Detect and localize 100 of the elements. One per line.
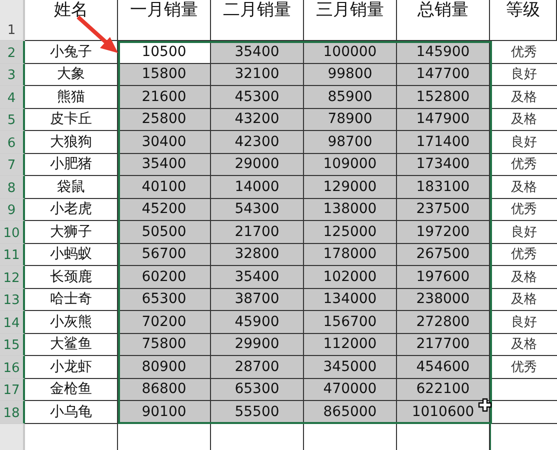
table-cell: 38700 (211, 288, 304, 311)
table-cell: 197200 (397, 221, 490, 244)
table-cell: 125000 (304, 221, 397, 244)
name-cell: 小灰熊 (25, 311, 118, 334)
name-cell: 皮卡丘 (25, 108, 118, 131)
grade-cell: 优秀 (490, 154, 557, 176)
table-cell: 29000 (211, 154, 304, 176)
row-number[interactable]: 4 (0, 86, 25, 108)
table-cell: 75800 (118, 334, 211, 356)
table-cell: 129000 (304, 176, 397, 198)
table-cell: 45300 (211, 86, 304, 108)
grade-cell: 及格 (490, 334, 557, 356)
table-cell: 40100 (118, 176, 211, 198)
table-cell: 173400 (397, 154, 490, 176)
row-number[interactable]: 17 (0, 378, 25, 401)
table-cell: 15800 (118, 64, 211, 86)
table-cell: 35400 (211, 41, 304, 64)
row-number[interactable]: 8 (0, 176, 25, 198)
table-cell: 54300 (211, 198, 304, 221)
table-cell: 100000 (304, 41, 397, 64)
table-cell: 345000 (304, 356, 397, 378)
table-cell: 43200 (211, 108, 304, 131)
name-cell: 小蚂蚁 (25, 244, 118, 266)
table-cell: 35400 (211, 266, 304, 288)
table-cell: 147700 (397, 64, 490, 86)
table-cell: 56700 (118, 244, 211, 266)
table-cell: 217700 (397, 334, 490, 356)
table-cell: 45200 (118, 198, 211, 221)
grade-cell: 及格 (490, 108, 557, 131)
table-cell: 147900 (397, 108, 490, 131)
name-cell: 小肥猪 (25, 154, 118, 176)
table-cell: 55500 (211, 401, 304, 424)
row-number[interactable]: 13 (0, 288, 25, 311)
grade-cell: 优秀 (490, 244, 557, 266)
grade-cell: 优秀 (490, 198, 557, 221)
table-cell: 80900 (118, 356, 211, 378)
name-cell: 小龙虾 (25, 356, 118, 378)
table-cell: 28700 (211, 356, 304, 378)
table-cell: 85900 (304, 86, 397, 108)
row-number[interactable]: 7 (0, 154, 25, 176)
table-cell: 152800 (397, 86, 490, 108)
table-cell: 78900 (304, 108, 397, 131)
table-cell: 14000 (211, 176, 304, 198)
row-number[interactable]: 5 (0, 108, 25, 131)
row-number[interactable]: 14 (0, 311, 25, 334)
column-heading: 三月销量 (304, 0, 397, 41)
row-number[interactable]: 9 (0, 198, 25, 221)
table-cell: 470000 (304, 378, 397, 401)
table-cell: 35400 (118, 154, 211, 176)
row-number[interactable]: 15 (0, 334, 25, 356)
table-cell: 32100 (211, 64, 304, 86)
table-cell: 21600 (118, 86, 211, 108)
table-cell: 29900 (211, 334, 304, 356)
cursor-icon[interactable] (478, 398, 492, 412)
table-cell: 112000 (304, 334, 397, 356)
table-cell: 60200 (118, 266, 211, 288)
name-cell: 袋鼠 (25, 176, 118, 198)
row-number[interactable]: 6 (0, 131, 25, 154)
table-cell: 99800 (304, 64, 397, 86)
table-cell: 86800 (118, 378, 211, 401)
table-cell: 171400 (397, 131, 490, 154)
table-cell: 622100 (397, 378, 490, 401)
grade-cell: 及格 (490, 288, 557, 311)
row-number[interactable]: 18 (0, 401, 25, 424)
name-cell: 哈士奇 (25, 288, 118, 311)
table-cell: 237500 (397, 198, 490, 221)
row-number[interactable]: 16 (0, 356, 25, 378)
table-cell: 102000 (304, 266, 397, 288)
row-number[interactable]: 1 (0, 0, 25, 41)
table-cell: 183100 (397, 176, 490, 198)
column-heading: 二月销量 (211, 0, 304, 41)
name-cell: 大狮子 (25, 221, 118, 244)
table-cell: 45900 (211, 311, 304, 334)
table-cell: 109000 (304, 154, 397, 176)
table-cell: 30400 (118, 131, 211, 154)
name-cell: 长颈鹿 (25, 266, 118, 288)
row-number[interactable]: 11 (0, 244, 25, 266)
name-cell: 大狼狗 (25, 131, 118, 154)
table-cell: 197600 (397, 266, 490, 288)
name-cell: 大鲨鱼 (25, 334, 118, 356)
column-heading: 总销量 (397, 0, 490, 41)
table-cell: 178000 (304, 244, 397, 266)
table-cell: 70200 (118, 311, 211, 334)
table-cell: 145900 (397, 41, 490, 64)
table-cell: 65300 (211, 378, 304, 401)
table-cell: 138000 (304, 198, 397, 221)
table-cell: 25800 (118, 108, 211, 131)
table-cell: 272800 (397, 311, 490, 334)
row-number[interactable]: 10 (0, 221, 25, 244)
row-number[interactable]: 12 (0, 266, 25, 288)
grade-cell: 良好 (490, 64, 557, 86)
name-cell: 小兔子 (25, 41, 118, 64)
row-number[interactable]: 2 (0, 41, 25, 64)
table-cell: 98700 (304, 131, 397, 154)
name-cell: 小乌龟 (25, 401, 118, 424)
table-cell: 42300 (211, 131, 304, 154)
table-cell: 65300 (118, 288, 211, 311)
table-cell: 50500 (118, 221, 211, 244)
table-cell: 454600 (397, 356, 490, 378)
row-number[interactable]: 3 (0, 64, 25, 86)
